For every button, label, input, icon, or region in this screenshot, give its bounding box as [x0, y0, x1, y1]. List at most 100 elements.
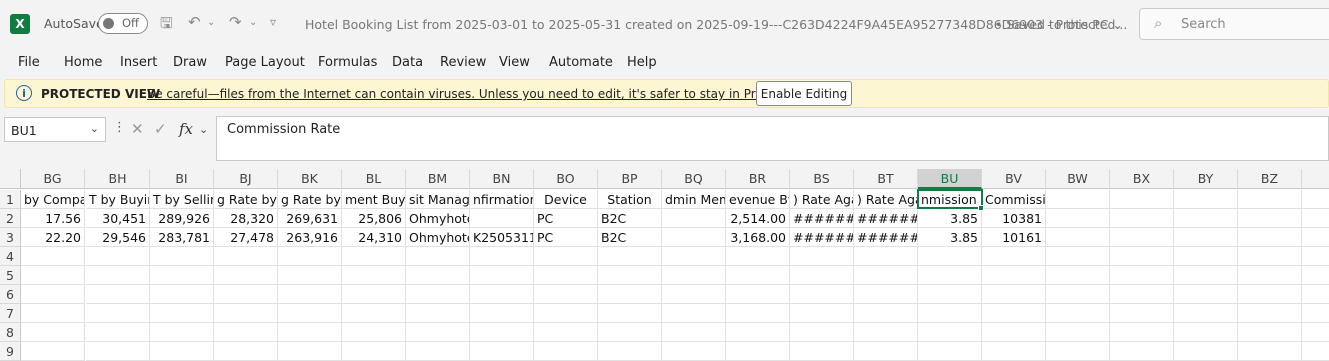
- cell-bj8[interactable]: [214, 323, 278, 342]
- cell-bq4[interactable]: [662, 247, 726, 266]
- tab-help[interactable]: Help: [627, 55, 657, 70]
- enable-editing-button[interactable]: Enable Editing: [756, 81, 852, 106]
- cell-bx2[interactable]: [1110, 209, 1174, 228]
- tab-home[interactable]: Home: [64, 55, 102, 70]
- cell-bt7[interactable]: [854, 304, 918, 323]
- cell-by3[interactable]: [1174, 228, 1238, 247]
- cell-bu7[interactable]: [918, 304, 982, 323]
- cell-bt1[interactable]: ) Rate Aga: [854, 190, 918, 209]
- redo-icon[interactable]: ↷: [229, 13, 242, 31]
- tab-draw[interactable]: Draw: [173, 55, 207, 70]
- cell-bn4[interactable]: [470, 247, 534, 266]
- cell-bu5[interactable]: [918, 266, 982, 285]
- cell-bz1[interactable]: [1238, 190, 1302, 209]
- cell-by2[interactable]: [1174, 209, 1238, 228]
- cell-by9[interactable]: [1174, 342, 1238, 361]
- cell-bv3[interactable]: 10161: [982, 228, 1046, 247]
- cell-bl2[interactable]: 25,806: [342, 209, 406, 228]
- cell-bw9[interactable]: [1046, 342, 1110, 361]
- cell-bs9[interactable]: [790, 342, 854, 361]
- cell-bk1[interactable]: g Rate by: [278, 190, 342, 209]
- more-options-icon[interactable]: ⋮: [113, 120, 126, 135]
- column-header-bq[interactable]: BQ: [662, 169, 726, 189]
- column-header-bz[interactable]: BZ: [1238, 169, 1302, 189]
- cell-bt2[interactable]: ########: [854, 209, 918, 228]
- cell-bi4[interactable]: [150, 247, 214, 266]
- cell-by8[interactable]: [1174, 323, 1238, 342]
- cell-c5[interactable]: [1302, 266, 1329, 285]
- cell-bq7[interactable]: [662, 304, 726, 323]
- row-header-9[interactable]: 9: [0, 342, 21, 361]
- tab-insert[interactable]: Insert: [120, 55, 157, 70]
- cell-bv7[interactable]: [982, 304, 1046, 323]
- column-header-bx[interactable]: BX: [1110, 169, 1174, 189]
- cancel-icon[interactable]: ✕: [131, 120, 144, 138]
- cell-bs3[interactable]: ########: [790, 228, 854, 247]
- tab-data[interactable]: Data: [392, 55, 423, 70]
- tab-review[interactable]: Review: [440, 55, 486, 70]
- cell-bn2[interactable]: [470, 209, 534, 228]
- cell-bn1[interactable]: nfirmation: [470, 190, 534, 209]
- cell-bz5[interactable]: [1238, 266, 1302, 285]
- cell-bh1[interactable]: T by Buyir: [86, 190, 150, 209]
- cell-bp9[interactable]: [598, 342, 662, 361]
- tab-automate[interactable]: Automate: [549, 55, 613, 70]
- cell-bh9[interactable]: [86, 342, 150, 361]
- save-icon[interactable]: 🖫: [160, 13, 173, 38]
- cell-bq6[interactable]: [662, 285, 726, 304]
- cell-bj6[interactable]: [214, 285, 278, 304]
- cell-bi5[interactable]: [150, 266, 214, 285]
- cell-bm2[interactable]: Ohmyhote: [406, 209, 470, 228]
- cell-by6[interactable]: [1174, 285, 1238, 304]
- cell-bw1[interactable]: [1046, 190, 1110, 209]
- redo-dropdown-icon[interactable]: ⌄: [249, 17, 257, 28]
- cell-bi7[interactable]: [150, 304, 214, 323]
- cell-bg5[interactable]: [21, 266, 85, 285]
- column-header-bs[interactable]: BS: [790, 169, 854, 189]
- chevron-down-icon[interactable]: ⌄: [90, 122, 99, 135]
- cell-bl5[interactable]: [342, 266, 406, 285]
- column-header-bu[interactable]: BU: [918, 169, 982, 189]
- cell-bj1[interactable]: g Rate by: [214, 190, 278, 209]
- column-header-bh[interactable]: BH: [86, 169, 150, 189]
- cell-bi8[interactable]: [150, 323, 214, 342]
- cell-bz9[interactable]: [1238, 342, 1302, 361]
- cell-bz6[interactable]: [1238, 285, 1302, 304]
- row-header-5[interactable]: 5: [0, 266, 21, 285]
- cell-bv5[interactable]: [982, 266, 1046, 285]
- cell-bt8[interactable]: [854, 323, 918, 342]
- customize-toolbar-icon[interactable]: ▿: [270, 15, 276, 29]
- column-header-bw[interactable]: BW: [1046, 169, 1110, 189]
- cell-bn6[interactable]: [470, 285, 534, 304]
- cell-bv8[interactable]: [982, 323, 1046, 342]
- cell-bw4[interactable]: [1046, 247, 1110, 266]
- cell-bh6[interactable]: [86, 285, 150, 304]
- cell-bw5[interactable]: [1046, 266, 1110, 285]
- cell-bh8[interactable]: [86, 323, 150, 342]
- cell-bg9[interactable]: [21, 342, 85, 361]
- enter-check-icon[interactable]: ✓: [154, 120, 167, 138]
- cell-bx7[interactable]: [1110, 304, 1174, 323]
- cell-bw6[interactable]: [1046, 285, 1110, 304]
- cell-br3[interactable]: 3,168.00: [726, 228, 790, 247]
- cell-bl1[interactable]: ment Buyir: [342, 190, 406, 209]
- cell-bk4[interactable]: [278, 247, 342, 266]
- column-header-bm[interactable]: BM: [406, 169, 470, 189]
- cell-bi1[interactable]: T by Sellin: [150, 190, 214, 209]
- cell-br4[interactable]: [726, 247, 790, 266]
- cell-bs2[interactable]: ########: [790, 209, 854, 228]
- cell-bt4[interactable]: [854, 247, 918, 266]
- cell-bq1[interactable]: dmin Mem: [662, 190, 726, 209]
- cell-bg4[interactable]: [21, 247, 85, 266]
- cell-bz4[interactable]: [1238, 247, 1302, 266]
- cell-bo3[interactable]: PC: [534, 228, 598, 247]
- cell-bm3[interactable]: Ohmyhote: [406, 228, 470, 247]
- select-all-corner[interactable]: [0, 169, 21, 189]
- column-header-bi[interactable]: BI: [150, 169, 214, 189]
- cell-bq9[interactable]: [662, 342, 726, 361]
- cell-bl4[interactable]: [342, 247, 406, 266]
- cell-bu6[interactable]: [918, 285, 982, 304]
- cell-bl3[interactable]: 24,310: [342, 228, 406, 247]
- cell-bx3[interactable]: [1110, 228, 1174, 247]
- fx-dropdown-icon[interactable]: ⌄: [199, 123, 208, 136]
